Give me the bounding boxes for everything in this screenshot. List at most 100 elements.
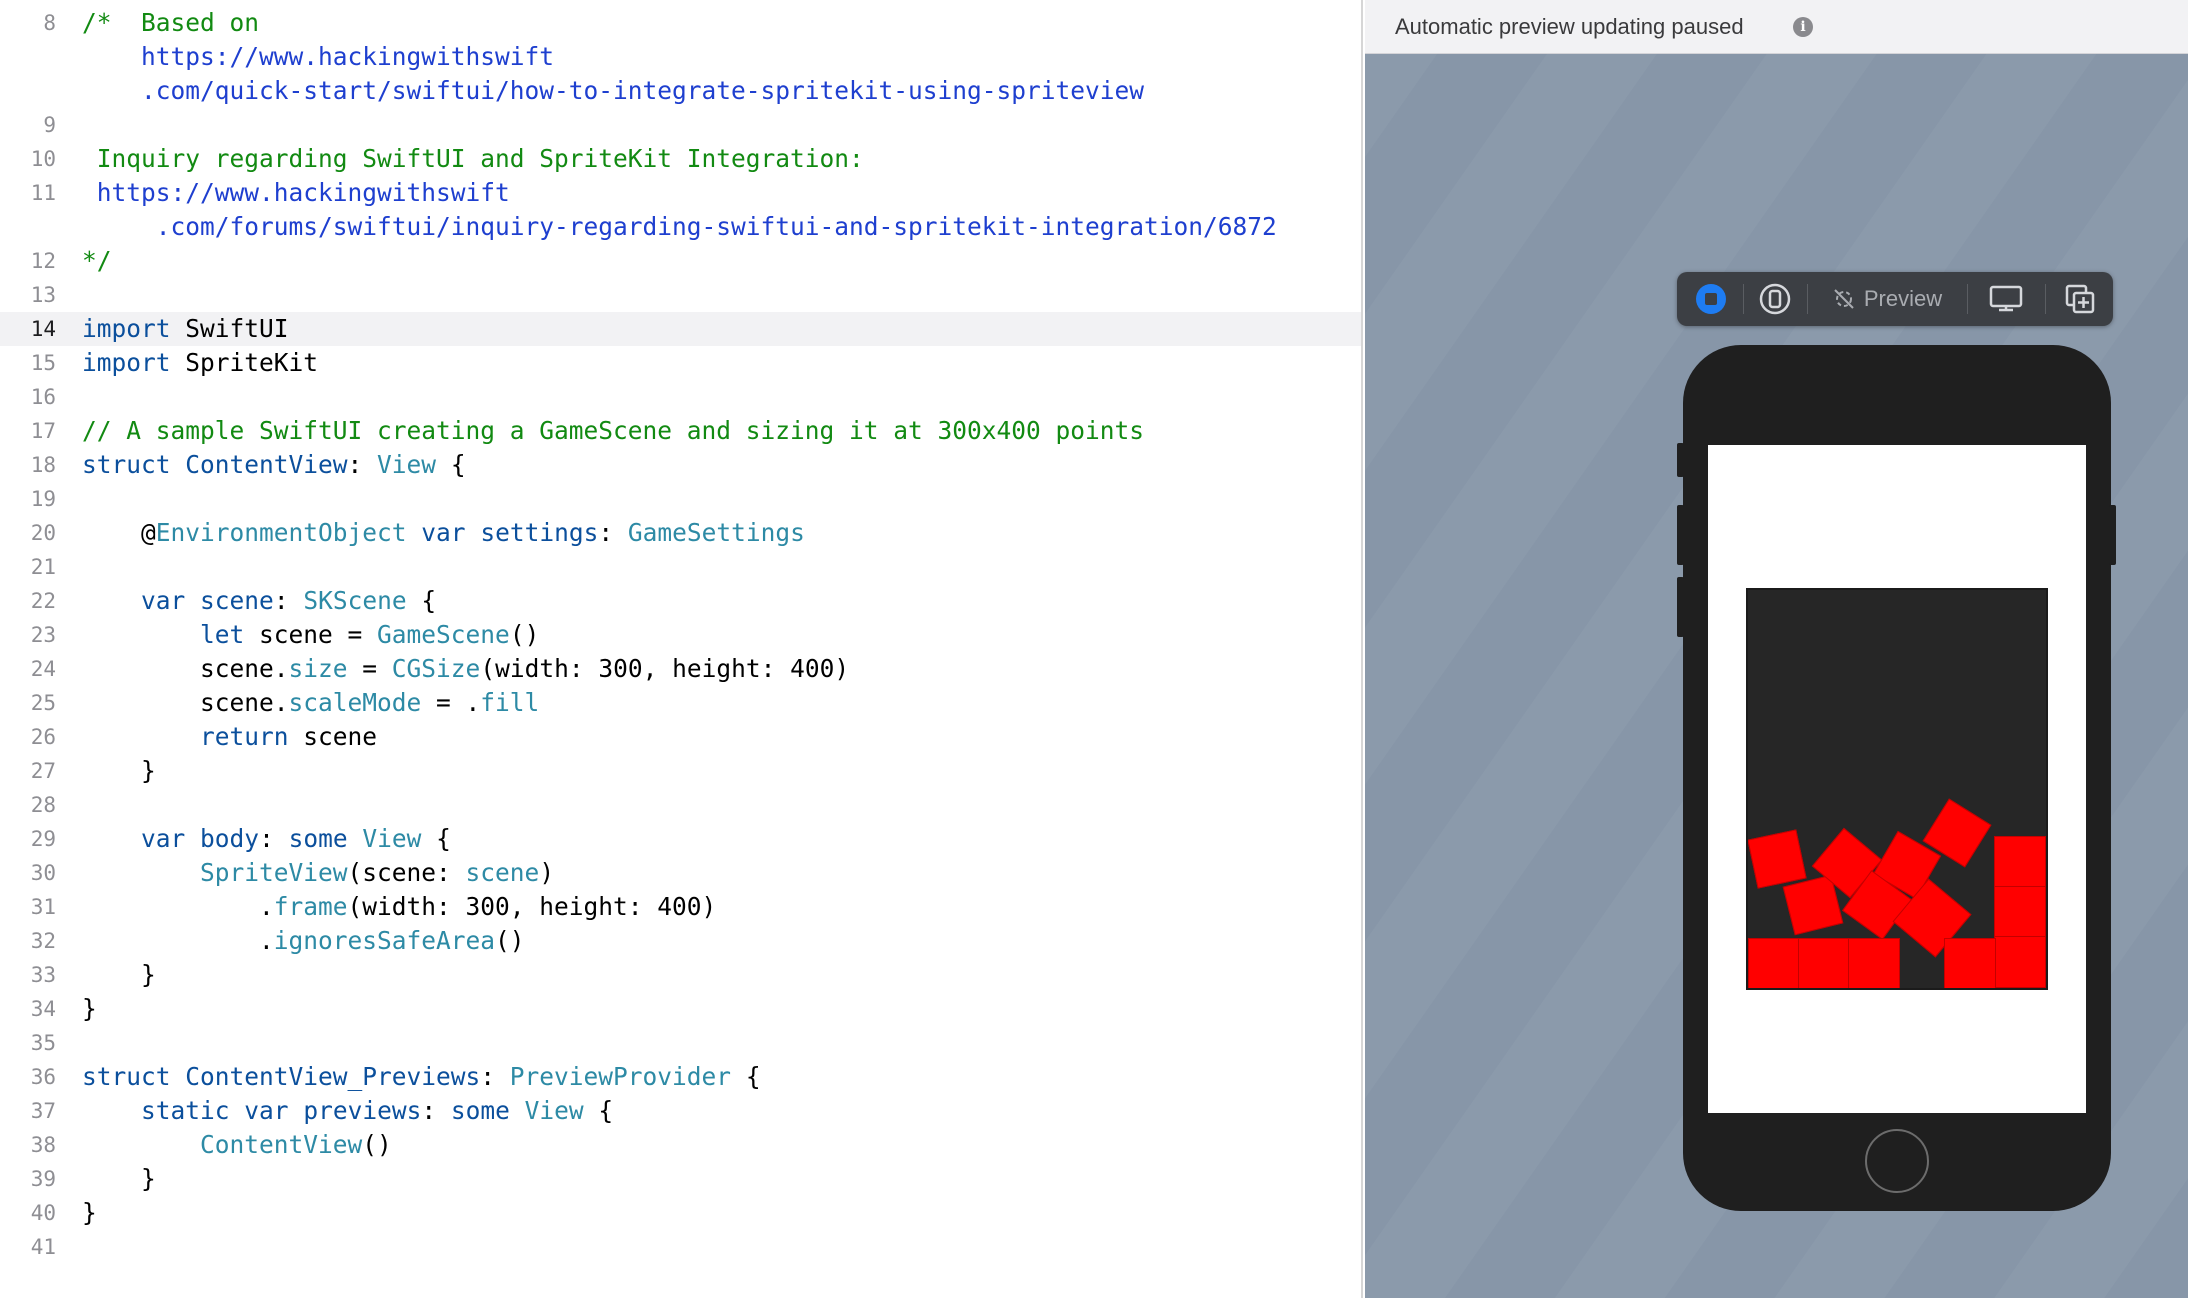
line-number: 14 bbox=[30, 317, 56, 341]
code-line[interactable]: 16 bbox=[0, 380, 1361, 414]
code-token: } bbox=[82, 994, 97, 1023]
code-token: SpriteView bbox=[200, 858, 348, 887]
iphone-device-frame bbox=[1677, 345, 2116, 1211]
code-line[interactable]: 14 import SwiftUI bbox=[0, 312, 1361, 346]
device-volume-down bbox=[1677, 577, 1684, 637]
preview-button[interactable]: Preview bbox=[1817, 272, 1957, 326]
code-line[interactable]: 32 .ignoresSafeArea() bbox=[0, 924, 1361, 958]
code-text: } bbox=[82, 1162, 156, 1196]
line-number: 24 bbox=[30, 657, 56, 681]
code-token: struct bbox=[82, 1062, 171, 1091]
code-token: scene bbox=[288, 722, 378, 751]
code-token: : bbox=[421, 1096, 451, 1125]
code-line[interactable]: 36 struct ContentView_Previews: PreviewPr… bbox=[0, 1060, 1361, 1094]
code-text: var scene: SKScene { bbox=[82, 584, 436, 618]
code-line[interactable]: 20 @EnvironmentObject var settings: Game… bbox=[0, 516, 1361, 550]
code-line[interactable]: 41 bbox=[0, 1230, 1361, 1264]
duplicate-preview-button[interactable] bbox=[2053, 272, 2107, 326]
code-token: .com/forums/swiftui/inquiry-regarding-sw… bbox=[82, 212, 1277, 241]
code-text: import SpriteKit bbox=[82, 346, 318, 380]
physics-box bbox=[1848, 938, 1900, 988]
code-text: } bbox=[82, 754, 156, 788]
line-number: 27 bbox=[30, 759, 56, 783]
preview-label: Preview bbox=[1863, 286, 1943, 311]
code-token: { bbox=[436, 450, 466, 479]
code-token: /* Based on bbox=[82, 8, 260, 37]
code-line[interactable]: 39 } bbox=[0, 1162, 1361, 1196]
code-line[interactable]: 12 */ bbox=[0, 244, 1361, 278]
code-line[interactable]: 23 let scene = GameScene() bbox=[0, 618, 1361, 652]
line-number: 8 bbox=[43, 11, 56, 35]
physics-box bbox=[1994, 936, 2046, 988]
code-line[interactable]: 9 bbox=[0, 108, 1361, 142]
code-line[interactable]: 19 bbox=[0, 482, 1361, 516]
code-token: CGSize bbox=[391, 654, 481, 683]
duplicate-preview-icon bbox=[2065, 284, 2095, 314]
line-number: 25 bbox=[30, 691, 56, 715]
code-token: GameScene bbox=[377, 620, 510, 649]
code-line[interactable]: 28 bbox=[0, 788, 1361, 822]
device-volume-up bbox=[1677, 505, 1684, 565]
line-number: 12 bbox=[30, 249, 56, 273]
code-token: : bbox=[598, 518, 628, 547]
line-number: 17 bbox=[30, 419, 56, 443]
code-line[interactable]: 17 // A sample SwiftUI creating a GameSce… bbox=[0, 414, 1361, 448]
code-line[interactable]: 27 } bbox=[0, 754, 1361, 788]
code-line[interactable]: 30 SpriteView(scene: scene) bbox=[0, 856, 1361, 890]
code-text: return scene bbox=[82, 720, 377, 754]
device-home-button[interactable] bbox=[1865, 1129, 1929, 1193]
line-number: 15 bbox=[30, 351, 56, 375]
code-line[interactable]: 40} bbox=[0, 1196, 1361, 1230]
code-token: scene = bbox=[244, 620, 378, 649]
physics-box bbox=[1748, 829, 1807, 889]
code-line[interactable]: 24 scene.size = CGSize(width: 300, heigh… bbox=[0, 652, 1361, 686]
code-line[interactable]: 34} bbox=[0, 992, 1361, 1026]
code-text: var body: some View { bbox=[82, 822, 451, 856]
code-line[interactable]: .com/quick-start/swiftui/how-to-integrat… bbox=[0, 74, 1361, 108]
line-number: 23 bbox=[30, 623, 56, 647]
code-token: . bbox=[82, 892, 274, 921]
live-preview-button[interactable] bbox=[1687, 272, 1735, 326]
code-line[interactable]: 35 bbox=[0, 1026, 1361, 1060]
code-line[interactable]: 26 return scene bbox=[0, 720, 1361, 754]
physics-box bbox=[1748, 938, 1800, 988]
code-line[interactable]: 33 } bbox=[0, 958, 1361, 992]
code-line[interactable]: https://www.hackingwithswift bbox=[0, 40, 1361, 74]
code-line[interactable]: 11 https://www.hackingwithswift bbox=[0, 176, 1361, 210]
line-number: 39 bbox=[30, 1167, 56, 1191]
code-line[interactable]: 29 var body: some View { bbox=[0, 822, 1361, 856]
code-line[interactable]: 37 static var previews: some View { bbox=[0, 1094, 1361, 1128]
physics-box bbox=[1994, 886, 2046, 938]
line-number: 32 bbox=[30, 929, 56, 953]
code-token: () bbox=[362, 1130, 392, 1159]
device-variants-button[interactable] bbox=[1751, 272, 1799, 326]
device-power-button bbox=[2109, 505, 2116, 565]
code-line[interactable]: 22 var scene: SKScene { bbox=[0, 584, 1361, 618]
code-line[interactable]: 38 ContentView() bbox=[0, 1128, 1361, 1162]
live-preview-icon bbox=[1696, 284, 1726, 314]
code-token: EnvironmentObject bbox=[155, 518, 407, 547]
code-line[interactable]: 21 bbox=[0, 550, 1361, 584]
code-line[interactable]: 15 import SpriteKit bbox=[0, 346, 1361, 380]
code-token: var bbox=[244, 1096, 289, 1125]
code-token: frame bbox=[273, 892, 348, 921]
code-line[interactable]: 13 bbox=[0, 278, 1361, 312]
line-number: 30 bbox=[30, 861, 56, 885]
line-number: 26 bbox=[30, 725, 56, 749]
code-text: .ignoresSafeArea() bbox=[82, 924, 525, 958]
info-icon[interactable]: i bbox=[1793, 17, 1813, 37]
code-line[interactable]: 31 .frame(width: 300, height: 400) bbox=[0, 890, 1361, 924]
code-text: struct ContentView_Previews: PreviewProv… bbox=[82, 1060, 761, 1094]
code-line[interactable]: 8 /* Based on bbox=[0, 6, 1361, 40]
code-line[interactable]: 10 Inquiry regarding SwiftUI and SpriteK… bbox=[0, 142, 1361, 176]
code-editor[interactable]: 8 /* Based on https://www.hackingwithswif… bbox=[0, 0, 1363, 1298]
code-line[interactable]: 25 scene.scaleMode = .fill bbox=[0, 686, 1361, 720]
code-line[interactable]: .com/forums/swiftui/inquiry-regarding-sw… bbox=[0, 210, 1361, 244]
code-line[interactable]: 18 struct ContentView: View { bbox=[0, 448, 1361, 482]
preview-status-bar: Automatic preview updating paused i bbox=[1365, 0, 2188, 54]
device-settings-button[interactable] bbox=[1977, 272, 2035, 326]
code-text: .com/forums/swiftui/inquiry-regarding-sw… bbox=[82, 210, 1277, 244]
